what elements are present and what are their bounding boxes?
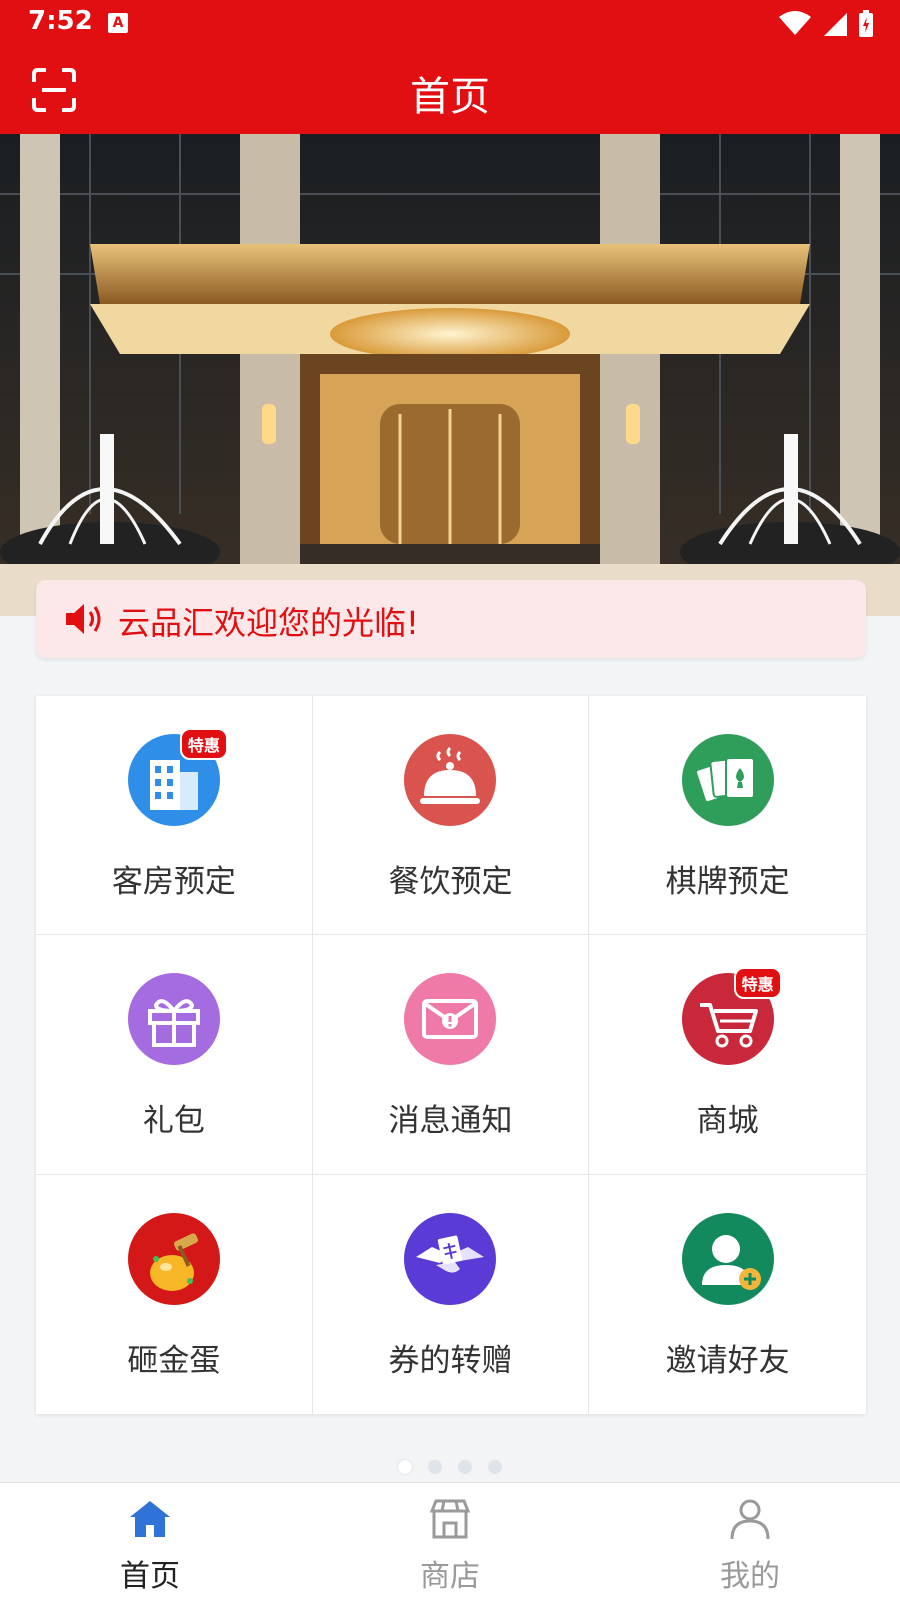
tab-home[interactable]: 首页 [0,1483,300,1601]
signal-icon [824,13,847,36]
notice-text: 云品汇欢迎您的光临! [118,604,419,642]
playing-cards-icon [680,732,776,828]
speaker-icon [66,604,101,634]
status-time: 7:52 [28,6,93,36]
mall-tile[interactable]: 特惠 商城 [589,935,866,1175]
invite-friends-tile[interactable]: 邀请好友 [589,1175,866,1414]
gift-box-icon [126,971,222,1067]
gift-pack-tile[interactable]: 礼包 [36,935,313,1175]
function-grid: 特惠 客房预定 餐饮预定 棋牌预定 礼包 消息通知 特惠 商城 砸金蛋 券的转赠… [36,696,866,1414]
message-notification-tile[interactable]: 消息通知 [312,935,590,1175]
tab-label: 首页 [120,1559,180,1594]
wifi-icon [779,11,811,35]
bottom-tab-bar: 首页 商店 我的 [0,1482,900,1601]
tile-label: 餐饮预定 [388,864,513,900]
handshake-coupon-icon [402,1211,498,1307]
tab-store[interactable]: 商店 [300,1483,600,1601]
coupon-transfer-tile[interactable]: 券的转赠 [313,1174,590,1414]
tile-label: 商城 [696,1103,759,1140]
discount-badge: 特惠 [179,728,228,760]
battery-icon [859,10,873,37]
room-booking-tile[interactable]: 特惠 客房预定 [36,696,313,936]
discount-badge: 特惠 [733,967,782,1000]
hotel-building-icon: 特惠 [126,728,228,828]
carousel-dot-active[interactable] [398,1460,412,1474]
tab-label: 我的 [720,1559,780,1594]
tab-profile[interactable]: 我的 [600,1483,900,1601]
status-icons [778,10,874,38]
tile-label: 券的转赠 [388,1342,513,1379]
envelope-icon [402,971,498,1067]
carousel-dot[interactable] [428,1460,442,1474]
tile-label: 棋牌预定 [665,864,790,900]
carousel-dot[interactable] [488,1460,502,1474]
add-friend-icon [680,1211,776,1307]
profile-icon [730,1499,770,1540]
app-bar: 首页 [0,46,900,134]
tab-label: 商店 [420,1559,480,1594]
home-icon [130,1501,170,1537]
carousel-dot[interactable] [458,1460,472,1474]
food-cloche-icon [402,732,498,828]
tile-label: 消息通知 [388,1103,513,1140]
status-bar: 7:52 A [0,0,900,46]
dining-booking-tile[interactable]: 餐饮预定 [312,696,590,936]
tile-label: 客房预定 [111,864,236,900]
tile-label: 礼包 [142,1103,205,1140]
tile-label: 砸金蛋 [127,1342,221,1379]
tile-label: 邀请好友 [665,1342,790,1379]
page-title: 首页 [410,74,490,120]
welcome-notice[interactable]: 云品汇欢迎您的光临! [36,580,866,658]
chess-card-booking-tile[interactable]: 棋牌预定 [589,696,866,936]
shopping-cart-icon: 特惠 [680,967,782,1067]
smash-golden-egg-tile[interactable]: 砸金蛋 [36,1174,313,1414]
store-icon [429,1499,471,1539]
hotel-entrance-image [0,134,900,616]
banner-image[interactable] [0,134,900,616]
golden-egg-icon [126,1211,222,1307]
carousel-indicator [0,1460,900,1474]
notification-a-icon: A [108,13,128,33]
